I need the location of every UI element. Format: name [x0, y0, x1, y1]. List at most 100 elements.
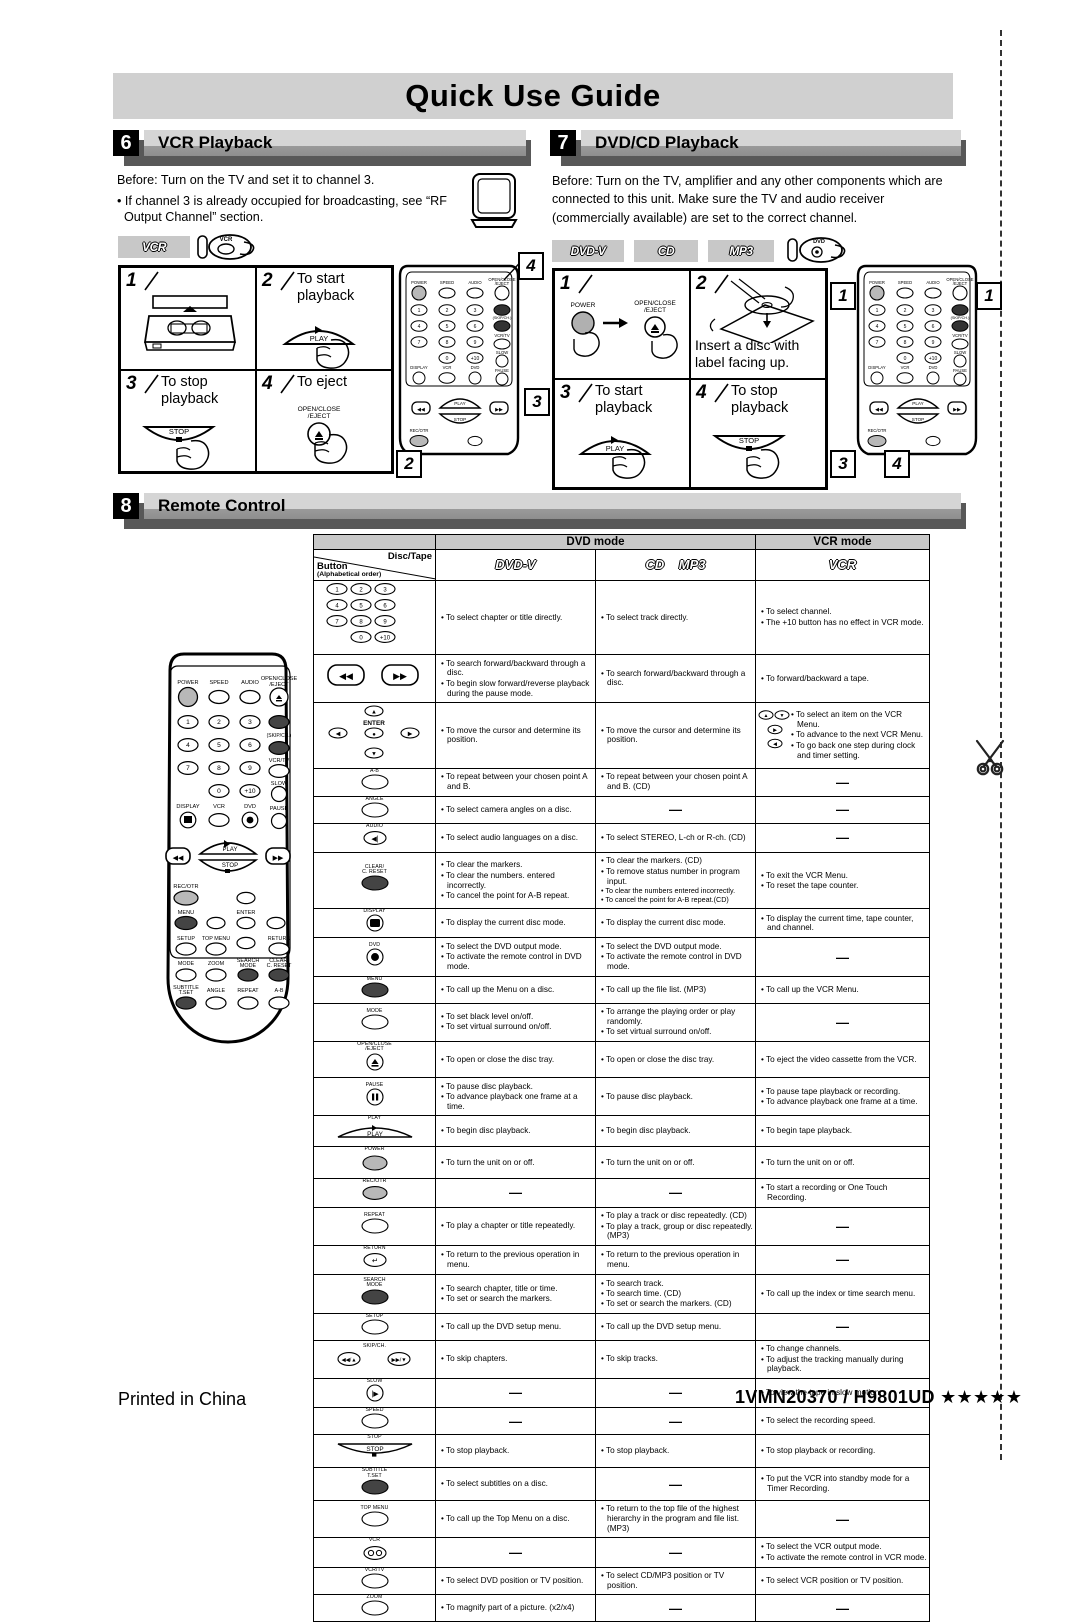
- section-8-number: 8: [113, 493, 139, 519]
- button-cell-dvd[interactable]: DVD: [313, 937, 436, 977]
- button-cell-recotr[interactable]: REC/OTR: [313, 1177, 436, 1208]
- button-cell-subtitle[interactable]: SUBTITLE T.SET: [313, 1467, 436, 1501]
- cd-description-cell: • To search track. • To search time. (CD)…: [595, 1274, 756, 1314]
- dvd-description-cell: • To select chapter or title directly.: [435, 580, 596, 655]
- description-item: • To select the DVD output mode.: [441, 941, 562, 951]
- svg-text:POWER: POWER: [869, 280, 885, 285]
- description-list: • To repeat between your chosen point A …: [436, 769, 595, 796]
- button-cell-search[interactable]: SEARCH MODE: [313, 1274, 436, 1314]
- svg-text:AUDIO: AUDIO: [468, 280, 482, 285]
- button-cell-display[interactable]: DISPLAY: [313, 908, 436, 939]
- dvd-description-cell: • To select audio languages on a disc.: [435, 822, 596, 853]
- description-item: • To play a chapter or title repeatedly.: [441, 1221, 576, 1231]
- svg-text:REC/OTR: REC/OTR: [868, 428, 887, 433]
- button-cell-eject[interactable]: OPEN/CLOSE/EJECT: [313, 1040, 436, 1079]
- button-cell-setup[interactable]: SETUP: [313, 1312, 436, 1341]
- cd-description-cell: —: [595, 1406, 756, 1436]
- description-item: • To clear the markers. (CD): [601, 856, 702, 866]
- section-6-number: 6: [113, 130, 139, 156]
- button-cell-stop[interactable]: STOP STOP: [313, 1434, 436, 1469]
- description-list: • To select channel. • The +10 button has…: [756, 604, 929, 631]
- svg-text:DISPLAY: DISPLAY: [410, 365, 428, 370]
- button-cell-skip[interactable]: SKIP/CH. ◀◀/▲ ▶▶/▼: [313, 1339, 436, 1379]
- description-item: • To select track directly.: [601, 612, 689, 622]
- svg-text:PAUSE: PAUSE: [953, 368, 967, 373]
- vcr-mode-header: VCR mode: [755, 534, 930, 550]
- cd-description-cell: • To call up the file list. (MP3): [595, 975, 756, 1004]
- svg-text:SPEED: SPEED: [898, 280, 912, 285]
- empty-dash: —: [509, 1544, 522, 1560]
- description-list: • To move the cursor and determine its p…: [436, 722, 595, 749]
- vcr-callout-2: 2: [396, 450, 422, 478]
- description-item: • To play a track, group or disc repeate…: [601, 1221, 753, 1241]
- description-item: • To skip chapters.: [441, 1354, 508, 1364]
- description-item: • To set black level on/off.: [441, 1012, 534, 1022]
- button-cell-mode[interactable]: MODE: [313, 1002, 436, 1042]
- empty-dash: —: [836, 1511, 849, 1527]
- button-cell-return[interactable]: RETURN ↵: [313, 1244, 436, 1276]
- dvd-description-cell: • To select camera angles on a disc.: [435, 795, 596, 824]
- vcr-description-cell: —: [755, 767, 930, 797]
- button-cell-cursor-enter[interactable]: ▲ ENTER ◀ ● ▶ ▼: [313, 701, 436, 769]
- button-cell-zoom[interactable]: ZOOM: [313, 1594, 436, 1622]
- description-list: • To play a chapter or title repeatedly.: [436, 1218, 595, 1235]
- description-item: • To select chapter or title directly.: [441, 612, 563, 622]
- svg-text:OPEN/CLOSE: OPEN/CLOSE: [298, 406, 341, 413]
- svg-text:0: 0: [217, 788, 221, 795]
- button-cell-ab[interactable]: A-B: [313, 767, 436, 797]
- svg-text:POWER: POWER: [571, 302, 596, 309]
- button-cell-clear[interactable]: CLEAR/C. RESET: [313, 851, 436, 910]
- description-list: • To call up the file list. (MP3): [596, 981, 755, 998]
- cd-description-cell: • To begin disc playback.: [595, 1115, 756, 1148]
- svg-text:TOP MENU: TOP MENU: [202, 936, 230, 942]
- button-cell-speed[interactable]: SPEED: [313, 1406, 436, 1436]
- button-cell-topmenu[interactable]: TOP MENU: [313, 1499, 436, 1539]
- svg-text:MENU: MENU: [178, 910, 194, 916]
- button-cell-play[interactable]: PLAY PLAY: [313, 1115, 436, 1148]
- button-cell-vcrtv[interactable]: VCR/TV: [313, 1566, 436, 1596]
- button-cell-pause[interactable]: PAUSE: [313, 1077, 436, 1117]
- description-list: • To stop playback.: [596, 1443, 755, 1460]
- button-cell-audio[interactable]: AUDIO ◀|: [313, 822, 436, 853]
- empty-dash: —: [669, 1600, 682, 1616]
- dvd-description-cell: • To search chapter, title or time. • To …: [435, 1274, 596, 1314]
- description-item: • To begin tape playback.: [761, 1126, 853, 1136]
- description-list: • To open or close the disc tray.: [436, 1051, 595, 1068]
- button-cell-power[interactable]: POWER: [313, 1146, 436, 1179]
- table-row: REC/OTR — — • To start a recording or One T…: [313, 1177, 930, 1208]
- svg-text:3: 3: [474, 308, 477, 314]
- section-7-header: DVD/CD Playback: [581, 130, 961, 156]
- description-item: • To reset the tape counter.: [761, 880, 859, 890]
- corner-order-label: (Alphabetical order): [317, 571, 382, 578]
- button-cell-numbers[interactable]: 1 2 3 4 5 6 7 8 9 0 +10: [313, 580, 436, 655]
- printed-in-label: Printed in China: [118, 1389, 247, 1409]
- description-item: • To search chapter, title or time.: [441, 1283, 558, 1293]
- button-cell-rew-ff[interactable]: ◀◀ ▶▶: [313, 654, 436, 703]
- svg-text:7: 7: [876, 340, 879, 346]
- dvd-description-cell: —: [435, 1406, 596, 1436]
- table-row: ZOOM • To magnify part of a picture. (x2/…: [313, 1594, 930, 1622]
- description-list: • To turn the unit on or off.: [756, 1154, 929, 1171]
- description-list: • To search forward/backward through a d…: [596, 665, 755, 692]
- description-list: • To begin tape playback.: [756, 1123, 929, 1140]
- svg-text:PLAY: PLAY: [454, 401, 465, 406]
- description-item: • To return to the previous operation in…: [601, 1250, 740, 1269]
- svg-text:STOP: STOP: [454, 417, 466, 422]
- svg-text:VCR: VCR: [220, 237, 233, 243]
- description-item: • To begin slow forward/reverse playback…: [441, 678, 590, 698]
- vcr-description-cell: • To call up the index or time search me…: [755, 1274, 930, 1314]
- button-cell-slow[interactable]: SLOW |▶: [313, 1377, 436, 1409]
- button-cell-repeat[interactable]: REPEAT: [313, 1206, 436, 1246]
- button-cell-vcr[interactable]: VCR: [313, 1537, 436, 1568]
- svg-text:4: 4: [186, 742, 190, 749]
- svg-text:STOP: STOP: [912, 417, 924, 422]
- description-list: • To begin disc playback.: [596, 1123, 755, 1140]
- description-item: • To turn the unit on or off.: [761, 1157, 855, 1167]
- button-cell-menu[interactable]: MENU: [313, 975, 436, 1004]
- badge-vcr: VCR: [118, 236, 190, 258]
- vcr-note-line: • If channel 3 is already occupied for b…: [117, 193, 447, 225]
- button-cell-angle[interactable]: ANGLE: [313, 795, 436, 824]
- description-item: • To set virtual surround on/off.: [601, 1027, 712, 1037]
- description-list: • To select STEREO, L-ch or R-ch. (CD): [596, 829, 755, 846]
- description-item: • To select CD/MP3 position or TV positi…: [601, 1571, 725, 1590]
